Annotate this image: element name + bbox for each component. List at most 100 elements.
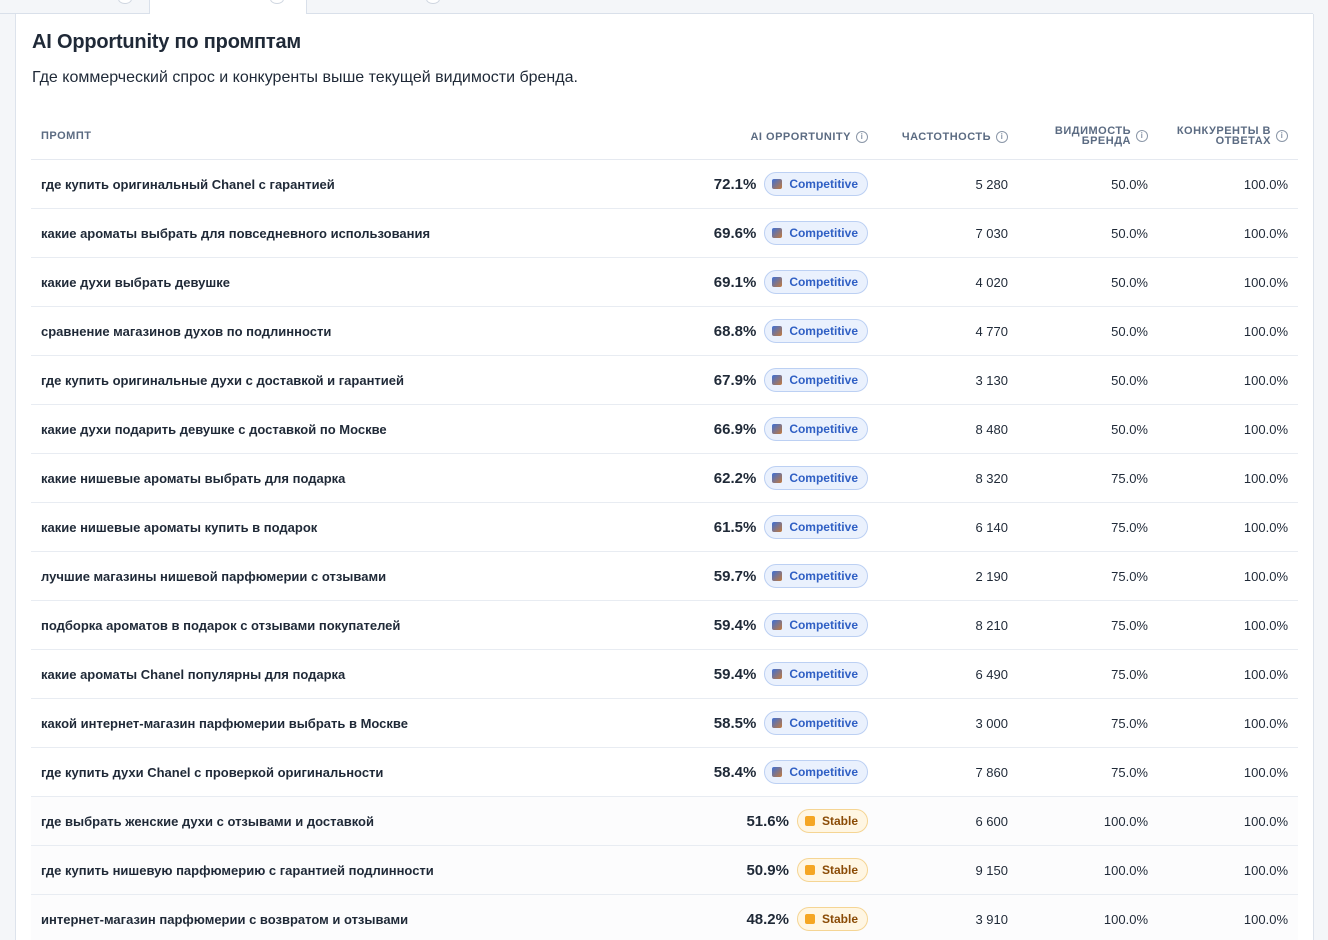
column-header-competitors-line2: ОТВЕТАХ bbox=[1215, 135, 1271, 147]
prompt-cell[interactable]: лучшие магазины нишевой парфюмерии с отз… bbox=[41, 552, 386, 600]
column-header-frequency[interactable]: ЧАСТОТНОСТЬ i bbox=[902, 131, 1008, 143]
brand-visibility-cell: 75.0% bbox=[1111, 519, 1148, 535]
table-row[interactable]: где купить оригинальные духи с доставкой… bbox=[31, 356, 1298, 405]
status-badge: Competitive bbox=[764, 319, 868, 343]
prompt-cell[interactable]: какие ароматы Chanel популярны для подар… bbox=[41, 650, 345, 698]
status-marker-icon bbox=[772, 326, 783, 336]
table-row[interactable]: сравнение магазинов духов по подлинности… bbox=[31, 307, 1298, 356]
column-header-prompt-label: ПРОМПТ bbox=[41, 130, 92, 142]
prompt-cell[interactable]: подборка ароматов в подарок с отзывами п… bbox=[41, 601, 400, 649]
status-marker-icon bbox=[772, 767, 783, 777]
brand-visibility-cell: 50.0% bbox=[1111, 323, 1148, 339]
frequency-cell: 4 020 bbox=[975, 274, 1008, 290]
opportunity-value: 48.2% bbox=[746, 910, 789, 928]
column-header-competitors[interactable]: КОНКУРЕНТЫ В ОТВЕТАХ i bbox=[1177, 126, 1288, 147]
status-marker-icon bbox=[804, 865, 815, 875]
prompt-cell[interactable]: какие духи выбрать девушке bbox=[41, 258, 230, 306]
opportunity-value: 72.1% bbox=[713, 175, 757, 193]
frequency-cell: 8 210 bbox=[975, 617, 1008, 633]
column-header-opportunity[interactable]: AI OPPORTUNITY i bbox=[750, 131, 868, 143]
opportunity-cell: 69.6% Competitive bbox=[714, 209, 868, 257]
table-row[interactable]: какой интернет-магазин парфюмерии выбрат… bbox=[31, 699, 1298, 748]
competitors-cell: 100.0% bbox=[1243, 715, 1288, 731]
table-row[interactable]: подборка ароматов в подарок с отзывами п… bbox=[31, 601, 1298, 650]
status-badge-label: Competitive bbox=[789, 177, 858, 191]
status-badge: Competitive bbox=[764, 270, 868, 294]
competitors-cell: 100.0% bbox=[1243, 911, 1288, 927]
frequency-cell: 8 320 bbox=[975, 470, 1008, 486]
status-marker-icon bbox=[772, 277, 783, 287]
table-row[interactable]: какие ароматы выбрать для повседневного … bbox=[31, 209, 1298, 258]
frequency-cell: 5 280 bbox=[975, 176, 1008, 192]
opportunity-cell: 59.7% Competitive bbox=[714, 552, 868, 600]
column-header-visibility-line2: БРЕНДА bbox=[1081, 135, 1131, 147]
column-header-prompt[interactable]: ПРОМПТ bbox=[41, 130, 92, 142]
prompt-cell[interactable]: где купить оригинальные духи с доставкой… bbox=[41, 356, 404, 404]
table-row[interactable]: где купить нишевую парфюмерию с гарантие… bbox=[31, 846, 1298, 895]
info-icon[interactable]: i bbox=[1136, 130, 1148, 142]
status-badge-label: Competitive bbox=[789, 667, 858, 681]
opportunity-value: 62.2% bbox=[713, 469, 757, 487]
table-row[interactable]: лучшие магазины нишевой парфюмерии с отз… bbox=[31, 552, 1298, 601]
table-header: ПРОМПТ AI OPPORTUNITY i ЧАСТОТНОСТЬ i ВИ… bbox=[31, 112, 1298, 160]
info-icon[interactable]: i bbox=[996, 131, 1008, 143]
competitors-cell: 100.0% bbox=[1243, 617, 1288, 633]
brand-visibility-cell: 75.0% bbox=[1111, 470, 1148, 486]
status-badge-label: Competitive bbox=[789, 422, 858, 436]
prompt-cell[interactable]: какие ароматы выбрать для повседневного … bbox=[41, 209, 430, 257]
competitors-cell: 100.0% bbox=[1243, 862, 1288, 878]
status-badge: Competitive bbox=[764, 172, 868, 196]
table-row[interactable]: где купить оригинальный Chanel с гаранти… bbox=[31, 160, 1298, 209]
status-badge: Competitive bbox=[764, 613, 868, 637]
table-row[interactable]: где купить духи Chanel с проверкой ориги… bbox=[31, 748, 1298, 797]
brand-visibility-cell: 75.0% bbox=[1111, 617, 1148, 633]
status-badge: Competitive bbox=[764, 417, 868, 441]
prompt-cell[interactable]: сравнение магазинов духов по подлинности bbox=[41, 307, 331, 355]
opportunity-cell: 68.8% Competitive bbox=[714, 307, 868, 355]
prompt-cell[interactable]: какие нишевые ароматы купить в подарок bbox=[41, 503, 317, 551]
prompt-cell[interactable]: где купить духи Chanel с проверкой ориги… bbox=[41, 748, 383, 796]
table-row[interactable]: какие нишевые ароматы купить в подарок 6… bbox=[31, 503, 1298, 552]
tab-active[interactable] bbox=[149, 0, 307, 14]
table-row[interactable]: какие духи выбрать девушке 69.1% Competi… bbox=[31, 258, 1298, 307]
brand-visibility-cell: 50.0% bbox=[1111, 274, 1148, 290]
prompt-cell[interactable]: какой интернет-магазин парфюмерии выбрат… bbox=[41, 699, 408, 747]
opportunity-table: ПРОМПТ AI OPPORTUNITY i ЧАСТОТНОСТЬ i ВИ… bbox=[31, 112, 1298, 940]
table-row[interactable]: какие духи подарить девушке с доставкой … bbox=[31, 405, 1298, 454]
frequency-cell: 7 030 bbox=[975, 225, 1008, 241]
status-badge-label: Competitive bbox=[789, 373, 858, 387]
info-icon[interactable]: i bbox=[856, 131, 868, 143]
table-row[interactable]: какие ароматы Chanel популярны для подар… bbox=[31, 650, 1298, 699]
prompt-cell[interactable]: где купить нишевую парфюмерию с гарантие… bbox=[41, 846, 434, 894]
table-row[interactable]: интернет-магазин парфюмерии с возвратом … bbox=[31, 895, 1298, 940]
table-row[interactable]: какие нишевые ароматы выбрать для подарк… bbox=[31, 454, 1298, 503]
opportunity-cell: 58.4% Competitive bbox=[714, 748, 868, 796]
competitors-cell: 100.0% bbox=[1243, 519, 1288, 535]
prompt-cell[interactable]: какие духи подарить девушке с доставкой … bbox=[41, 405, 387, 453]
opportunity-value: 66.9% bbox=[713, 420, 757, 438]
prompt-cell[interactable]: где выбрать женские духи с отзывами и до… bbox=[41, 797, 374, 845]
prompt-cell[interactable]: где купить оригинальный Chanel с гаранти… bbox=[41, 160, 335, 208]
prompt-cell[interactable]: интернет-магазин парфюмерии с возвратом … bbox=[41, 895, 408, 940]
tab-strip-divider-right bbox=[307, 0, 1313, 14]
info-icon[interactable]: i bbox=[1276, 130, 1288, 142]
column-header-brand-visibility[interactable]: ВИДИМОСТЬ БРЕНДА i bbox=[1055, 126, 1148, 147]
competitors-cell: 100.0% bbox=[1243, 813, 1288, 829]
table-body: где купить оригинальный Chanel с гаранти… bbox=[31, 160, 1298, 940]
status-badge-label: Competitive bbox=[789, 226, 858, 240]
table-row[interactable]: где выбрать женские духи с отзывами и до… bbox=[31, 797, 1298, 846]
status-badge: Stable bbox=[796, 858, 868, 882]
brand-visibility-cell: 50.0% bbox=[1111, 176, 1148, 192]
opportunity-value: 59.4% bbox=[713, 665, 757, 683]
opportunity-value: 59.7% bbox=[713, 567, 757, 585]
opportunity-value: 51.6% bbox=[746, 812, 789, 830]
opportunity-cell: 69.1% Competitive bbox=[714, 258, 868, 306]
status-badge-label: Stable bbox=[821, 814, 858, 828]
frequency-cell: 9 150 bbox=[975, 862, 1008, 878]
prompt-cell[interactable]: какие нишевые ароматы выбрать для подарк… bbox=[41, 454, 345, 502]
opportunity-cell: 62.2% Competitive bbox=[714, 454, 868, 502]
status-badge-label: Stable bbox=[821, 912, 858, 926]
status-marker-icon bbox=[772, 179, 783, 189]
frequency-cell: 8 480 bbox=[975, 421, 1008, 437]
opportunity-cell: 59.4% Competitive bbox=[714, 601, 868, 649]
